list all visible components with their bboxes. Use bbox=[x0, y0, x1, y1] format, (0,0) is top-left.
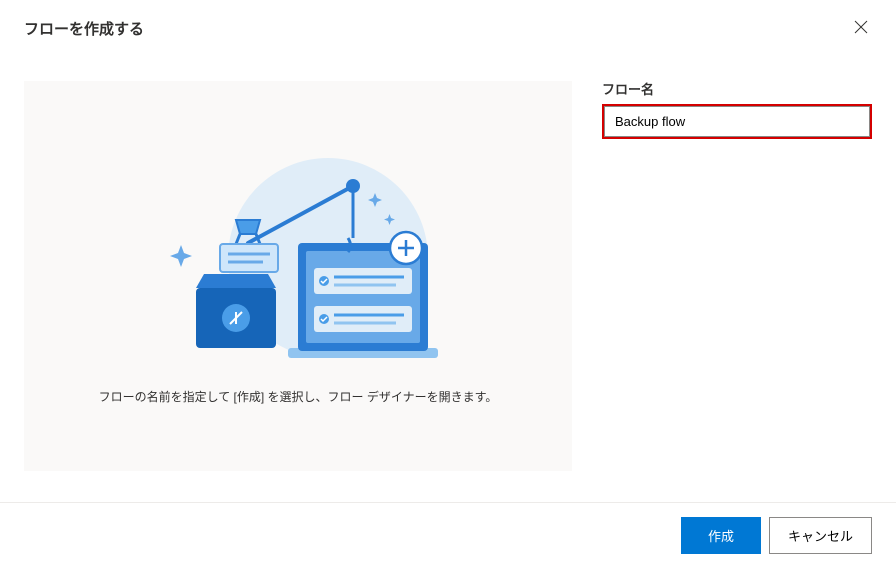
illustration-container: フローの名前を指定して [作成] を選択し、フロー デザイナーを開きます。 bbox=[24, 81, 572, 471]
cancel-button[interactable]: キャンセル bbox=[769, 517, 872, 554]
flow-name-input[interactable] bbox=[604, 106, 870, 137]
dialog-title: フローを作成する bbox=[24, 18, 144, 39]
form-panel: フロー名 bbox=[602, 49, 872, 471]
illustration-panel: フローの名前を指定して [作成] を選択し、フロー デザイナーを開きます。 bbox=[24, 49, 572, 471]
flow-name-label: フロー名 bbox=[602, 79, 872, 98]
create-button[interactable]: 作成 bbox=[681, 517, 761, 554]
dialog-content: フローの名前を指定して [作成] を選択し、フロー デザイナーを開きます。 フロ… bbox=[0, 49, 896, 471]
close-button[interactable] bbox=[850, 18, 872, 41]
illustration-description: フローの名前を指定して [作成] を選択し、フロー デザイナーを開きます。 bbox=[99, 388, 498, 405]
flow-name-highlight bbox=[602, 104, 872, 139]
close-icon bbox=[854, 20, 868, 34]
dialog-footer: 作成 キャンセル bbox=[0, 502, 896, 568]
flow-illustration bbox=[148, 148, 448, 368]
dialog-header: フローを作成する bbox=[0, 0, 896, 49]
